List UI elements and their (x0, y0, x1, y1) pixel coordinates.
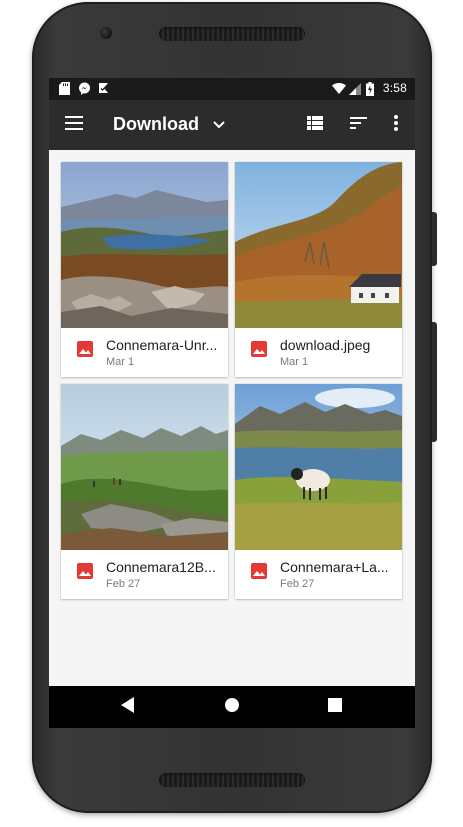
file-date: Feb 27 (280, 578, 315, 590)
home-button[interactable] (220, 695, 244, 719)
file-date: Mar 1 (280, 356, 309, 368)
app-title[interactable]: Download (113, 114, 199, 135)
recents-icon (328, 697, 342, 717)
image-icon (77, 341, 93, 357)
file-card[interactable]: Connemara12B... Feb 27 (61, 384, 228, 599)
file-card[interactable]: download.jpeg Mar 1 (235, 162, 402, 377)
screen: 3:58 Download Connemara-Unr... Mar 1 dow… (49, 78, 415, 728)
wifi-icon (331, 82, 346, 95)
file-thumbnail (61, 384, 228, 550)
file-grid: Connemara-Unr... Mar 1 download.jpeg Mar… (49, 150, 415, 686)
navigation-bar (49, 686, 415, 728)
volume-button (432, 322, 437, 442)
top-speaker (159, 27, 305, 41)
image-icon (251, 341, 267, 357)
file-thumbnail (235, 162, 402, 328)
file-name: Connemara-Unr... (106, 337, 218, 353)
file-date: Mar 1 (106, 356, 135, 368)
back-button[interactable] (116, 695, 140, 719)
download-done-icon (97, 82, 109, 95)
file-name: Connemara12B... (106, 559, 216, 575)
file-card[interactable]: Connemara-Unr... Mar 1 (61, 162, 228, 377)
file-name: Connemara+La... (280, 559, 389, 575)
messenger-icon (78, 82, 90, 95)
status-bar: 3:58 (49, 78, 415, 100)
cell-signal-icon (348, 82, 361, 95)
roots-dropdown-button[interactable] (205, 111, 233, 139)
power-button (432, 212, 437, 266)
sort-button[interactable] (344, 111, 372, 139)
more-options-button[interactable] (382, 111, 410, 139)
app-bar: Download (49, 100, 415, 150)
back-icon (121, 696, 135, 718)
more-vert-icon (394, 114, 398, 136)
status-time: 3:58 (382, 81, 407, 95)
sd-card-icon (59, 82, 71, 95)
file-thumbnail (61, 162, 228, 328)
list-view-button[interactable] (301, 111, 329, 139)
list-view-icon (307, 115, 323, 135)
file-date: Feb 27 (106, 578, 141, 590)
chevron-down-icon (213, 116, 225, 134)
bottom-speaker (159, 773, 305, 787)
menu-icon (65, 115, 83, 135)
image-icon (77, 563, 93, 579)
battery-charging-icon (365, 81, 378, 96)
file-name: download.jpeg (280, 337, 371, 353)
file-thumbnail (235, 384, 402, 550)
recents-button[interactable] (323, 695, 347, 719)
home-icon (224, 697, 240, 718)
image-icon (251, 563, 267, 579)
sort-icon (349, 116, 367, 134)
front-camera (100, 27, 112, 39)
file-card[interactable]: Connemara+La... Feb 27 (235, 384, 402, 599)
menu-button[interactable] (60, 111, 88, 139)
